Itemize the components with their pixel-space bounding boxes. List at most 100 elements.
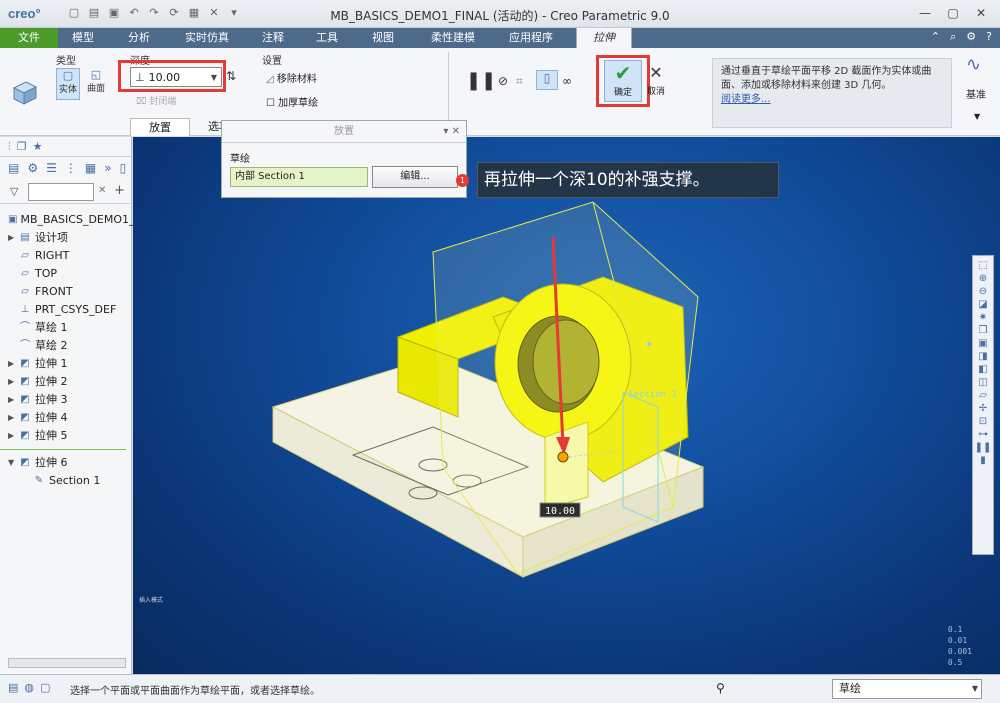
- datum-dropdown-icon[interactable]: ▼: [974, 112, 980, 121]
- panel-close-icon[interactable]: ▾ ✕: [443, 121, 460, 143]
- solid-button[interactable]: ▢ 实体: [56, 68, 80, 100]
- no-preview-icon[interactable]: ⊘: [498, 74, 508, 88]
- view-manager-icon[interactable]: ◨: [978, 351, 987, 362]
- tab-tools[interactable]: 工具: [306, 28, 348, 48]
- graphics-viewport[interactable]: Section 1 10.00 插入模式 0.1 0.01 0.001 0.5 …: [133, 137, 1000, 674]
- annotation-display-icon[interactable]: ✢: [979, 403, 987, 414]
- help-icon[interactable]: ?: [986, 30, 992, 44]
- flip-direction-icon[interactable]: ⇅: [226, 69, 236, 83]
- selection-filter[interactable]: 草绘 ▼: [832, 679, 982, 699]
- tree-item-extrude-5[interactable]: ▶ ◩ 拉伸 5: [8, 427, 132, 445]
- tree-search-input[interactable]: [28, 183, 94, 201]
- tab-placement[interactable]: 放置: [130, 118, 190, 136]
- tab-annotate[interactable]: 注释: [252, 28, 294, 48]
- tree-item-right[interactable]: ▱ RIGHT: [8, 247, 132, 265]
- close-icon[interactable]: ✕: [968, 4, 994, 22]
- favorites-tab-icon[interactable]: ★: [33, 140, 43, 153]
- cancel-button[interactable]: ✕ 取消: [644, 62, 668, 102]
- tree-page-icon[interactable]: ▯: [120, 161, 127, 175]
- settings-icon[interactable]: ⚙: [966, 30, 976, 44]
- expand-toggle[interactable]: ▶: [8, 355, 18, 373]
- tree-list-icon[interactable]: ☰: [46, 161, 57, 175]
- expand-toggle[interactable]: ▶: [8, 391, 18, 409]
- tree-item-extrude-3[interactable]: ▶ ◩ 拉伸 3: [8, 391, 132, 409]
- add-filter-icon[interactable]: +: [114, 183, 125, 198]
- datum-label[interactable]: 基准: [966, 86, 986, 101]
- full-screen-icon[interactable]: ▢: [40, 681, 50, 694]
- read-more-link[interactable]: 阅读更多...: [721, 94, 771, 105]
- repaint-icon[interactable]: ◪: [978, 299, 987, 310]
- tab-live-simulation[interactable]: 实时仿真: [176, 28, 238, 48]
- maximize-icon[interactable]: ▢: [940, 4, 966, 22]
- tab-flexible-modeling[interactable]: 柔性建模: [422, 28, 484, 48]
- tree-more-icon[interactable]: »: [104, 161, 111, 175]
- edit-section-button[interactable]: 编辑...: [372, 166, 458, 188]
- tab-file[interactable]: 文件: [0, 28, 58, 48]
- tab-applications[interactable]: 应用程序: [500, 28, 562, 48]
- tree-item-extrude-6[interactable]: ▼ ◩ 拉伸 6: [8, 454, 132, 472]
- spin-center-icon[interactable]: ✷: [979, 312, 987, 323]
- pause-icon[interactable]: ❚❚: [466, 70, 496, 91]
- web-browser-icon[interactable]: ◍: [24, 681, 34, 694]
- ok-button[interactable]: ✔ 确定: [604, 60, 642, 102]
- perspective-icon[interactable]: ◧: [978, 364, 987, 375]
- binoculars-icon[interactable]: ⚲: [716, 681, 725, 695]
- tree-item-top[interactable]: ▱ TOP: [8, 265, 132, 283]
- expand-toggle[interactable]: ▶: [8, 427, 18, 445]
- model-tree-tab-icon[interactable]: ⫶: [8, 140, 11, 154]
- tab-model[interactable]: 模型: [60, 28, 106, 48]
- tree-columns-icon[interactable]: ⋮: [65, 161, 77, 175]
- detached-preview-icon[interactable]: ▯: [536, 70, 558, 90]
- tree-item-part[interactable]: ▣ MB_BASICS_DEMO1_: [8, 211, 135, 229]
- tree-item-extrude-4[interactable]: ▶ ◩ 拉伸 4: [8, 409, 132, 427]
- depth-drag-handle[interactable]: [557, 451, 569, 463]
- depth-input[interactable]: ⊥ 10.00 ▼: [130, 67, 222, 87]
- tree-display-icon[interactable]: ▤: [8, 161, 19, 175]
- tree-item-design-items[interactable]: ▶ ▤ 设计项: [8, 229, 132, 247]
- zoom-in-icon[interactable]: ⊕: [979, 273, 987, 284]
- tab-view[interactable]: 视图: [362, 28, 404, 48]
- pause-display-icon[interactable]: ❚❚: [975, 442, 992, 453]
- tree-item-extrude-1[interactable]: ▶ ◩ 拉伸 1: [8, 355, 132, 373]
- zoom-out-icon[interactable]: ⊖: [979, 286, 987, 297]
- saved-views-icon[interactable]: ▣: [978, 338, 987, 349]
- expand-toggle[interactable]: ▶: [8, 373, 18, 391]
- tree-item-extrude-2[interactable]: ▶ ◩ 拉伸 2: [8, 373, 132, 391]
- expand-toggle[interactable]: ▼: [8, 454, 18, 472]
- tab-analysis[interactable]: 分析: [116, 28, 162, 48]
- refit-icon[interactable]: ⬚: [978, 260, 987, 271]
- section-collector[interactable]: 内部 Section 1: [230, 167, 368, 187]
- csys-display-icon[interactable]: ⊶: [978, 429, 988, 440]
- tab-extrude[interactable]: 拉伸: [576, 28, 632, 48]
- surface-button[interactable]: ◱ 曲面: [84, 68, 108, 100]
- tree-item-sketch-1[interactable]: ⌒ 草绘 1: [8, 319, 132, 337]
- tree-item-csys[interactable]: ⊥ PRT_CSYS_DEF: [8, 301, 132, 319]
- minimize-icon[interactable]: —: [912, 4, 938, 22]
- capped-ends-option[interactable]: ⌧ 封闭端: [136, 94, 176, 107]
- expand-ribbon-icon[interactable]: ⌃: [931, 30, 940, 44]
- section-view-icon[interactable]: ◫: [978, 377, 987, 388]
- tree-item-front[interactable]: ▱ FRONT: [8, 283, 132, 301]
- spin-mode-icon[interactable]: ⊡: [979, 416, 987, 427]
- tree-settings-icon[interactable]: ⚙: [27, 161, 38, 175]
- tree-item-sketch-2[interactable]: ⌒ 草绘 2: [8, 337, 132, 355]
- tree-grid-icon[interactable]: ▦: [85, 161, 96, 175]
- folder-browser-tab-icon[interactable]: ❐: [17, 140, 27, 153]
- datum-icon[interactable]: ∿: [966, 54, 981, 75]
- thicken-sketch-checkbox[interactable]: ☐ 加厚草绘: [266, 94, 318, 109]
- clear-filter-icon[interactable]: ✕: [98, 185, 106, 196]
- search-icon[interactable]: ⌕: [950, 30, 956, 44]
- chevron-down-icon[interactable]: ▼: [972, 680, 978, 698]
- attached-preview-icon[interactable]: ⌗: [516, 74, 523, 89]
- tree-item-section-1[interactable]: ✎ Section 1: [8, 472, 132, 490]
- chevron-down-icon[interactable]: ▼: [207, 73, 221, 82]
- expand-toggle[interactable]: ▶: [8, 409, 18, 427]
- expand-toggle[interactable]: ▶: [8, 229, 18, 247]
- datum-display-icon[interactable]: ▱: [979, 390, 987, 401]
- message-log-icon[interactable]: ▤: [8, 681, 18, 694]
- display-style-icon[interactable]: ❒: [979, 325, 988, 336]
- remove-material-button[interactable]: ◿ 移除材料: [266, 70, 317, 85]
- more-tools-icon[interactable]: ▮: [980, 455, 986, 466]
- verify-mode-icon[interactable]: ∞: [562, 74, 572, 88]
- tree-scrollbar[interactable]: [8, 658, 126, 668]
